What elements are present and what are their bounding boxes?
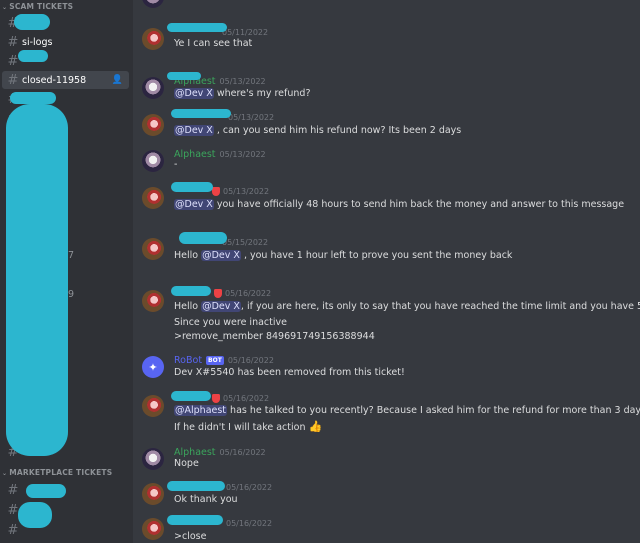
chevron-down-icon: ⌄ bbox=[2, 470, 8, 477]
redaction-mark bbox=[18, 50, 48, 62]
hash-icon: # bbox=[7, 482, 19, 498]
avatar[interactable] bbox=[142, 238, 164, 260]
redaction-mark bbox=[10, 92, 56, 104]
hash-icon: # bbox=[7, 34, 19, 50]
message-content: Dev X#5540 has been removed from this ti… bbox=[174, 367, 405, 378]
redaction-mark bbox=[26, 484, 66, 498]
message-header: Alphaest 05/13/2022 bbox=[174, 149, 266, 160]
message-header: RoBot BOT 05/16/2022 bbox=[174, 355, 274, 366]
avatar[interactable] bbox=[142, 150, 164, 172]
channel-label: si-logs bbox=[22, 36, 53, 48]
message-content: Hello @Dev X , you have 1 hour left to p… bbox=[174, 250, 513, 261]
channel-sidebar: ⌄ SCAM TICKETS # # si-logs # # closed-11958… bbox=[0, 0, 133, 543]
shield-badge-icon bbox=[214, 289, 222, 298]
avatar[interactable] bbox=[142, 77, 164, 99]
channel-si-logs[interactable]: # si-logs bbox=[2, 33, 129, 51]
redaction-mark bbox=[167, 23, 227, 32]
category-scam-tickets[interactable]: ⌄ SCAM TICKETS bbox=[2, 2, 73, 11]
avatar[interactable] bbox=[142, 395, 164, 417]
message-content: >close bbox=[174, 531, 207, 542]
avatar[interactable] bbox=[142, 114, 164, 136]
redaction-mark bbox=[167, 72, 201, 80]
redaction-mark bbox=[171, 182, 213, 192]
username[interactable]: Alphaest bbox=[174, 149, 216, 160]
redaction-mark bbox=[14, 14, 50, 30]
user-mention[interactable]: @Alphaest bbox=[174, 405, 228, 416]
redaction-mark bbox=[167, 515, 223, 525]
message-content: - bbox=[174, 159, 178, 170]
avatar[interactable] bbox=[142, 0, 164, 8]
user-mention[interactable]: @Dev X bbox=[174, 88, 214, 99]
bot-avatar-icon[interactable]: ✦ bbox=[142, 356, 164, 378]
category-marketplace-tickets[interactable]: ⌄ MARKETPLACE TICKETS bbox=[2, 468, 112, 477]
message-header: Alphaest 05/16/2022 bbox=[174, 447, 266, 458]
thumbs-up-emoji: 👍 bbox=[308, 420, 323, 433]
hash-icon: # bbox=[7, 522, 19, 538]
message-content: Hello @Dev X, if you are here, its only … bbox=[174, 301, 640, 312]
message-content: @Dev X , can you send him his refund now… bbox=[174, 125, 462, 136]
message-content: @Alphaest has he talked to you recently?… bbox=[174, 405, 640, 416]
avatar[interactable] bbox=[142, 448, 164, 470]
avatar[interactable] bbox=[142, 290, 164, 312]
chat-messages: 05/11/2022 Ye I can see that Alphaest 05/… bbox=[133, 0, 640, 543]
message-content: @Dev X you have officially 48 hours to s… bbox=[174, 199, 625, 210]
redaction-mark bbox=[171, 286, 211, 296]
avatar[interactable] bbox=[142, 187, 164, 209]
channel-closed-11958[interactable]: # closed-11958 👤 bbox=[2, 71, 129, 89]
redaction-mark bbox=[171, 109, 231, 118]
avatar[interactable] bbox=[142, 518, 164, 540]
message-content: @Dev X where's my refund? bbox=[174, 88, 311, 99]
message-content: Ye I can see that bbox=[174, 38, 253, 49]
redaction-mark bbox=[18, 502, 52, 528]
chevron-down-icon: ⌄ bbox=[2, 4, 8, 11]
message-content-line: If he didn't I will take action 👍 bbox=[174, 420, 323, 433]
channel-label: 7 bbox=[68, 249, 75, 261]
username[interactable]: Alphaest bbox=[174, 447, 216, 458]
shield-badge-icon bbox=[212, 394, 220, 403]
user-mention[interactable]: @Dev X bbox=[201, 250, 241, 261]
message-content: Ok thank you bbox=[174, 494, 238, 505]
redaction-mark bbox=[6, 104, 68, 456]
channel-label: closed-11958 bbox=[22, 74, 87, 86]
message-content-line: >remove_member 849691749156388944 bbox=[174, 331, 375, 342]
message-content: Nope bbox=[174, 458, 199, 469]
avatar[interactable] bbox=[142, 483, 164, 505]
shield-badge-icon bbox=[212, 187, 220, 196]
member-add-icon[interactable]: 👤 bbox=[112, 75, 123, 85]
username[interactable]: RoBot bbox=[174, 355, 202, 366]
user-mention[interactable]: @Dev X bbox=[174, 199, 214, 210]
message-content-line: Since you were inactive bbox=[174, 317, 287, 328]
avatar[interactable] bbox=[142, 28, 164, 50]
user-mention[interactable]: @Dev X bbox=[174, 125, 214, 136]
redaction-mark bbox=[179, 232, 227, 244]
bot-tag: BOT bbox=[206, 356, 224, 365]
user-mention[interactable]: @Dev X bbox=[201, 301, 241, 312]
redaction-mark bbox=[171, 391, 211, 401]
redaction-mark bbox=[167, 481, 225, 491]
hash-icon: # bbox=[7, 72, 19, 88]
channel-label: 9 bbox=[68, 288, 75, 300]
